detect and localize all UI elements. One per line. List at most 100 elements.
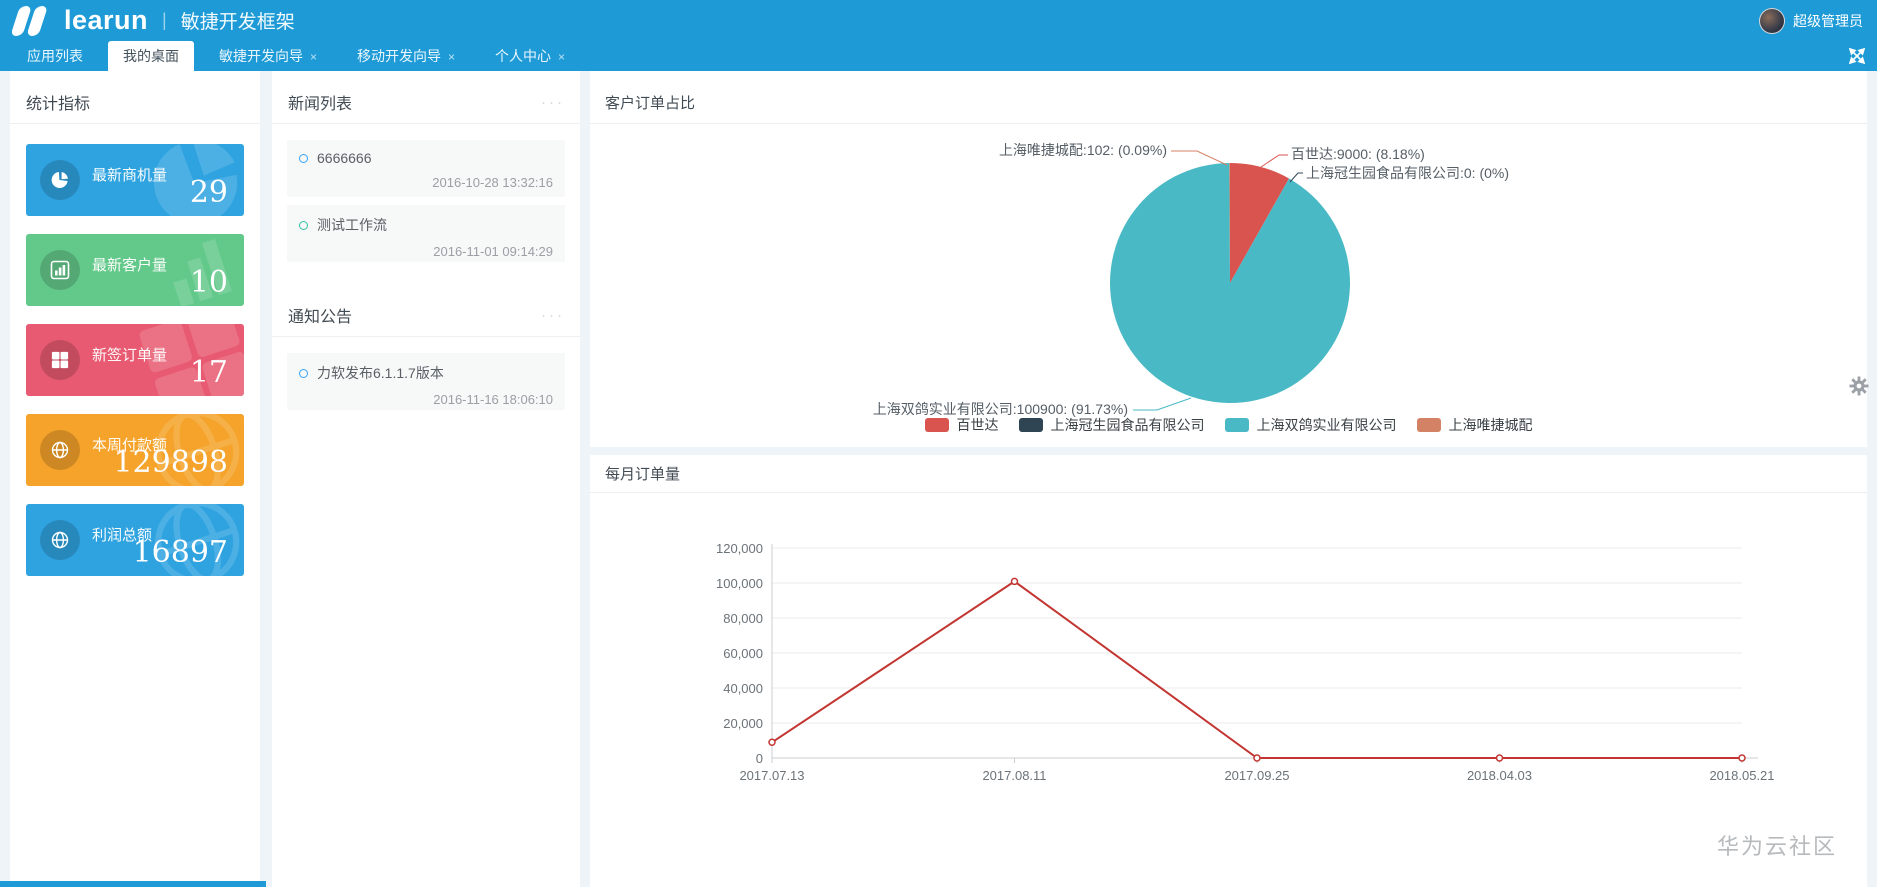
x-axis-tick-label: 2018.04.03 bbox=[1467, 768, 1532, 783]
legend-item[interactable]: 百世达 bbox=[924, 415, 999, 435]
panel-title-news: 新闻列表 bbox=[288, 96, 353, 113]
x-axis-tick-label: 2017.08.11 bbox=[982, 768, 1046, 783]
learun-logo-icon bbox=[12, 5, 54, 36]
news-item-time: 2016-11-01 09:14:29 bbox=[433, 244, 553, 259]
bar-chart-icon bbox=[40, 250, 80, 290]
tab-mobile-dev-wizard[interactable]: 移动开发向导 × bbox=[342, 41, 470, 71]
tab-close-icon[interactable]: × bbox=[558, 50, 565, 64]
data-point-marker[interactable] bbox=[1495, 754, 1504, 762]
y-axis-tick-label: 40,000 bbox=[723, 681, 763, 696]
pie-chart-watermark-icon bbox=[132, 144, 244, 216]
data-point-marker[interactable] bbox=[1010, 577, 1019, 586]
content: 统计指标 最新商机量 29 最新客户量 10 bbox=[0, 71, 1877, 887]
chart-legend: 百世达 上海冠生园食品有限公司 上海双鸽实业有限公司 上海唯捷城配 bbox=[590, 415, 1867, 435]
y-axis-tick-label: 100,000 bbox=[716, 576, 763, 591]
pie-callout-label: 上海冠生园食品有限公司:0: (0%) bbox=[1306, 165, 1509, 181]
news-item-title: 6666666 bbox=[317, 150, 372, 166]
legend-swatch bbox=[924, 418, 949, 432]
legend-item[interactable]: 上海双鸽实业有限公司 bbox=[1224, 415, 1397, 435]
tab-close-icon[interactable]: × bbox=[310, 50, 317, 64]
x-axis-tick-label: 2018.05.21 bbox=[1709, 768, 1774, 783]
stats-panel-header: 统计指标 bbox=[10, 71, 260, 124]
x-axis-tick-label: 2017.09.25 bbox=[1224, 768, 1289, 783]
settings-gear-icon[interactable] bbox=[1849, 376, 1869, 396]
panel-menu-dots-icon[interactable]: ··· bbox=[541, 308, 565, 323]
expand-arrows-icon[interactable] bbox=[1848, 47, 1866, 65]
line-chart-card: 每月订单量 120,000 100,000 80,000 60,000 40,000 20… bbox=[590, 455, 1867, 809]
user-menu[interactable]: 超级管理员 bbox=[1759, 7, 1877, 34]
news-panel-header: 新闻列表 ··· bbox=[272, 71, 580, 124]
notice-list-item[interactable]: 力软发布6.1.1.7版本 2016-11-16 18:06:10 bbox=[287, 353, 565, 410]
news-list-item[interactable]: 测试工作流 2016-11-01 09:14:29 bbox=[287, 205, 565, 262]
y-axis-tick-label: 80,000 bbox=[723, 611, 763, 626]
avatar[interactable] bbox=[1759, 7, 1785, 34]
tab-label: 敏捷开发向导 bbox=[219, 48, 303, 64]
news-list-item[interactable]: 6666666 2016-10-28 13:32:16 bbox=[287, 140, 565, 197]
pie-callout-line bbox=[1133, 397, 1192, 411]
data-point-marker[interactable] bbox=[1738, 754, 1746, 762]
legend-swatch bbox=[1224, 418, 1249, 432]
tab-app-list[interactable]: 应用列表 bbox=[12, 41, 98, 71]
bar-chart-watermark-icon bbox=[132, 234, 244, 306]
notice-item-title: 力软发布6.1.1.7版本 bbox=[317, 365, 444, 381]
notice-panel-header: 通知公告 ··· bbox=[272, 284, 580, 337]
tab-agile-dev-wizard[interactable]: 敏捷开发向导 × bbox=[204, 41, 332, 71]
stat-card-opportunities[interactable]: 最新商机量 29 bbox=[26, 144, 244, 216]
y-axis-tick-label: 60,000 bbox=[723, 646, 763, 661]
top-header-bar: learun | 敏捷开发框架 超级管理员 bbox=[0, 0, 1877, 41]
windows-grid-watermark-icon bbox=[132, 324, 244, 396]
stat-card-total-profit[interactable]: 利润总额 16897 bbox=[26, 504, 244, 576]
tab-personal-center[interactable]: 个人中心 × bbox=[480, 41, 580, 71]
legend-item[interactable]: 上海冠生园食品有限公司 bbox=[1018, 415, 1205, 435]
legend-label: 上海唯捷城配 bbox=[1448, 417, 1533, 433]
stat-card-week-payment[interactable]: 本周付款额 129898 bbox=[26, 414, 244, 486]
panel-title-notice: 通知公告 bbox=[288, 309, 353, 326]
card-gap bbox=[590, 447, 1867, 455]
legend-label: 上海冠生园食品有限公司 bbox=[1050, 417, 1205, 433]
panel-menu-dots-icon[interactable]: ··· bbox=[541, 95, 565, 110]
legend-label: 百世达 bbox=[956, 417, 999, 433]
news-item-time: 2016-10-28 13:32:16 bbox=[432, 175, 553, 190]
legend-item[interactable]: 上海唯捷城配 bbox=[1416, 415, 1533, 435]
charts-column: 客户订单占比 百世达:9000: (8.18%) 上海冠生园食品有限公司:0: (… bbox=[590, 71, 1867, 887]
app-root: learun | 敏捷开发框架 超级管理员 应用列表 我的桌面 敏捷开发向导 × … bbox=[0, 0, 1877, 887]
panel-title-stats: 统计指标 bbox=[26, 96, 91, 113]
y-axis-tick-label: 0 bbox=[756, 751, 763, 766]
bullet-icon bbox=[299, 153, 308, 163]
news-item-title: 测试工作流 bbox=[317, 217, 387, 233]
pie-callout-label: 百世达:9000: (8.18%) bbox=[1291, 146, 1425, 162]
brand-divider: | bbox=[162, 10, 167, 30]
legend-swatch bbox=[1416, 418, 1441, 432]
tab-label: 个人中心 bbox=[495, 48, 552, 64]
stats-panel: 统计指标 最新商机量 29 最新客户量 10 bbox=[10, 71, 260, 887]
stat-card-customers[interactable]: 最新客户量 10 bbox=[26, 234, 244, 306]
x-axis-tick-label: 2017.07.13 bbox=[739, 768, 804, 783]
notice-item-time: 2016-11-16 18:06:10 bbox=[433, 392, 553, 407]
tab-my-desktop[interactable]: 我的桌面 bbox=[108, 41, 194, 71]
pie-chart: 百世达:9000: (8.18%)上海冠生园食品有限公司:0: (0%)上海双鸽… bbox=[873, 142, 1509, 417]
bullet-icon bbox=[299, 368, 308, 378]
tab-label: 应用列表 bbox=[27, 48, 83, 64]
brand: learun | 敏捷开发框架 bbox=[0, 5, 295, 36]
pie-callout-line bbox=[1260, 154, 1288, 168]
data-point-marker[interactable] bbox=[768, 738, 776, 746]
pie-chart-card: 客户订单占比 百世达:9000: (8.18%) 上海冠生园食品有限公司:0: (… bbox=[590, 71, 1867, 447]
pie-callout-label: 上海唯捷城配:102: (0.09%) bbox=[999, 142, 1167, 158]
pie-callout-line bbox=[1171, 150, 1228, 166]
legend-label: 上海双鸽实业有限公司 bbox=[1256, 417, 1397, 433]
tab-close-icon[interactable]: × bbox=[448, 50, 455, 64]
y-axis-tick-label: 120,000 bbox=[716, 541, 763, 556]
app-title: 敏捷开发框架 bbox=[180, 12, 295, 33]
news-panel: 新闻列表 ··· 6666666 2016-10-28 13:32:16 测试工… bbox=[272, 71, 580, 887]
watermark: 华为云社区 bbox=[1716, 834, 1837, 859]
tab-label: 我的桌面 bbox=[123, 48, 179, 64]
globe-icon bbox=[40, 430, 80, 470]
bullet-icon bbox=[299, 220, 308, 230]
horizontal-scrollbar-thumb[interactable] bbox=[0, 881, 266, 887]
stat-card-new-orders[interactable]: 新签订单量 17 bbox=[26, 324, 244, 396]
data-point-marker[interactable] bbox=[1253, 754, 1261, 762]
line-series bbox=[771, 580, 1742, 759]
username: 超级管理员 bbox=[1793, 12, 1863, 29]
tab-label: 移动开发向导 bbox=[357, 48, 442, 64]
